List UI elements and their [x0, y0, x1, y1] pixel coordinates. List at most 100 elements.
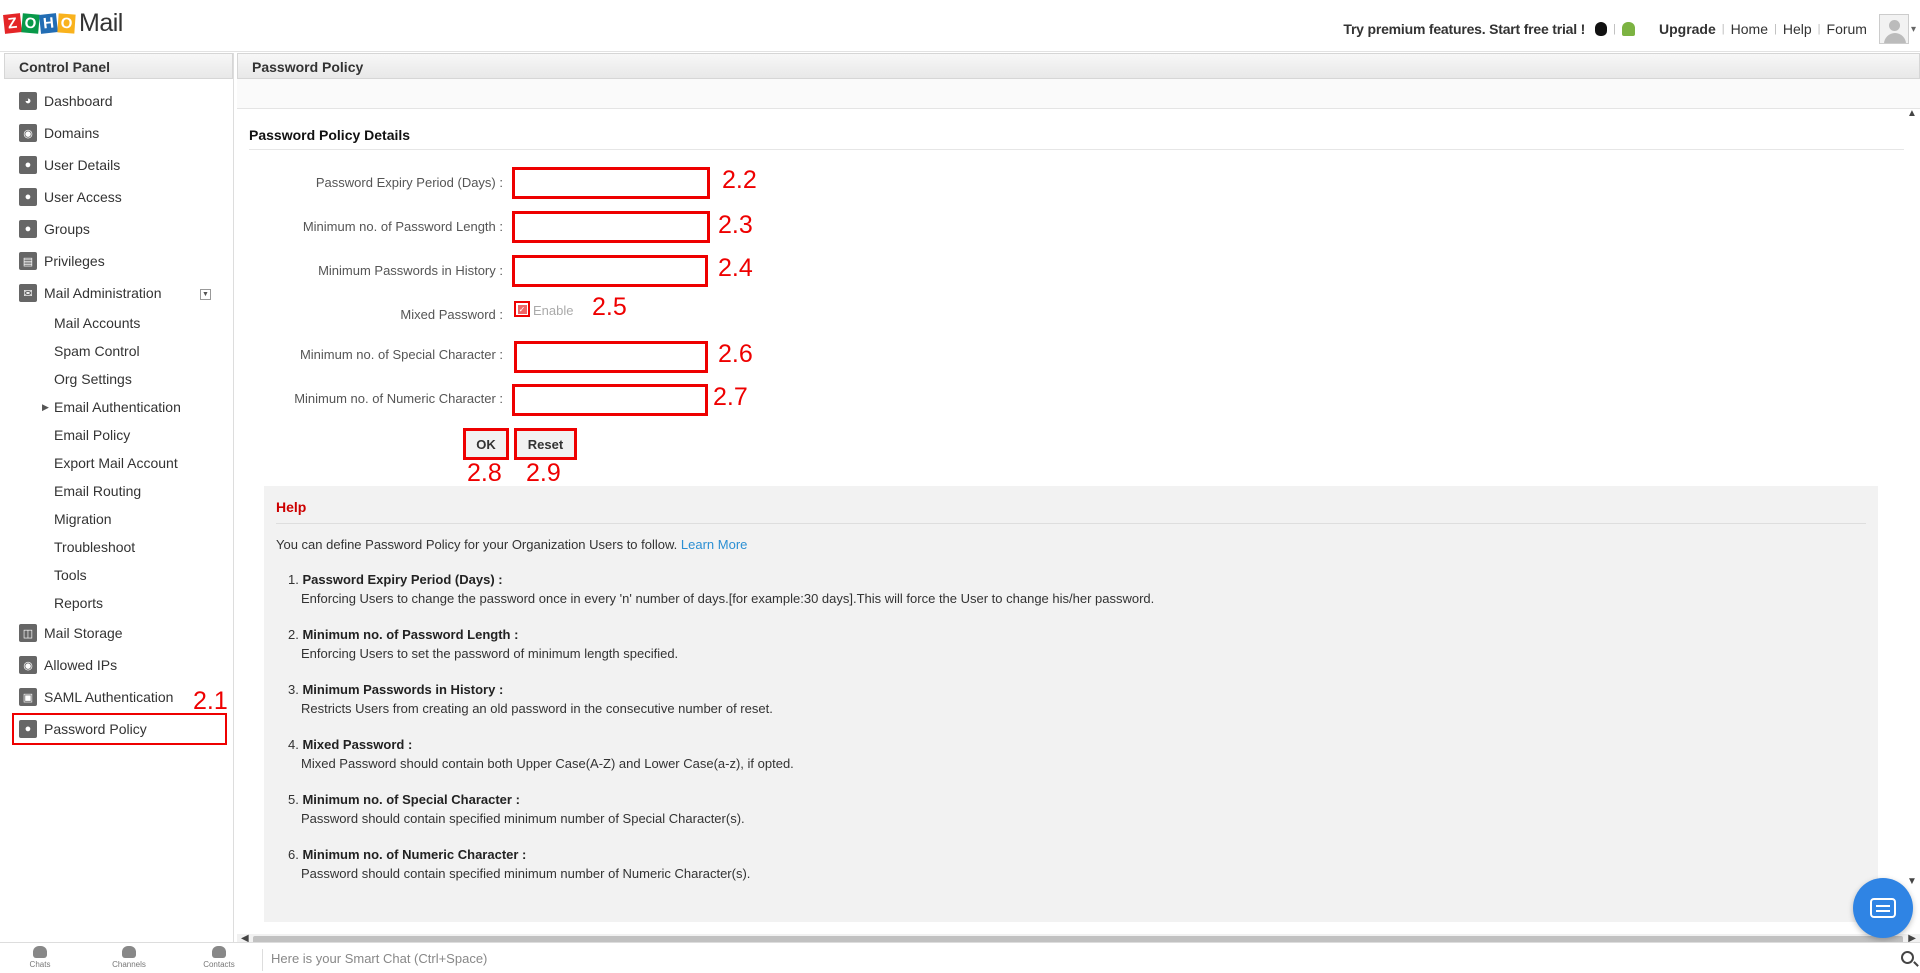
- mixed-password-checkbox[interactable]: ✓: [514, 301, 530, 317]
- help-item: 5. Minimum no. of Special Character : Pas…: [288, 790, 1866, 828]
- special-char-input[interactable]: [514, 341, 708, 373]
- help-item: 2. Minimum no. of Password Length : Enfor…: [288, 625, 1866, 663]
- sidebar-item-user-access[interactable]: ● User Access: [4, 181, 233, 213]
- sidebar-item-email-authentication[interactable]: ▶ Email Authentication: [4, 393, 233, 421]
- help-item-title: Minimum no. of Password Length :: [302, 627, 519, 642]
- forum-link[interactable]: Forum: [1827, 21, 1867, 37]
- password-history-input[interactable]: [512, 255, 708, 287]
- top-header: Z O H O Mail Try premium features. Start…: [0, 0, 1920, 52]
- sidebar-item-saml-authentication[interactable]: ▣ SAML Authentication: [4, 681, 233, 713]
- help-item-number: 3.: [288, 682, 299, 697]
- logo-letter: Z: [3, 12, 22, 34]
- sidebar-item-domains[interactable]: ◉ Domains: [4, 117, 233, 149]
- help-item-desc: Mixed Password should contain both Upper…: [301, 756, 794, 771]
- support-chat-button[interactable]: [1853, 878, 1913, 938]
- sidebar-item-org-settings[interactable]: Org Settings: [4, 365, 233, 393]
- sidebar-item-tools[interactable]: Tools: [4, 561, 233, 589]
- apple-icon[interactable]: [1595, 22, 1608, 36]
- sidebar-item-mail-administration[interactable]: ✉ Mail Administration ▼: [4, 277, 233, 309]
- reset-button[interactable]: Reset: [514, 428, 577, 460]
- smart-chat-input[interactable]: Here is your Smart Chat (Ctrl+Space): [262, 949, 1892, 971]
- avatar[interactable]: [1878, 14, 1909, 44]
- help-list: 1. Password Expiry Period (Days) : Enforc…: [276, 570, 1866, 883]
- sidebar-item-allowed-ips[interactable]: ◉ Allowed IPs: [4, 649, 233, 681]
- sidebar-item-dashboard[interactable]: ◕ Dashboard: [4, 85, 233, 117]
- sidebar-item-label: Email Authentication: [54, 399, 181, 415]
- chat-icon: [1870, 898, 1896, 918]
- numeric-char-input[interactable]: [512, 384, 708, 416]
- sidebar-item-troubleshoot[interactable]: Troubleshoot: [4, 533, 233, 561]
- caret-right-icon[interactable]: ▶: [42, 402, 49, 413]
- help-link[interactable]: Help: [1783, 21, 1812, 37]
- scroll-down-icon[interactable]: ▼: [1907, 876, 1917, 887]
- help-title: Help: [276, 499, 307, 515]
- help-item-number: 2.: [288, 627, 299, 642]
- logo-letter: H: [39, 12, 58, 34]
- channels-button[interactable]: Channels: [104, 946, 154, 969]
- sidebar-item-label: Password Policy: [44, 721, 147, 737]
- sidebar-item-label: Tools: [54, 567, 87, 583]
- vertical-scrollbar[interactable]: ▲ ▼: [1904, 108, 1920, 887]
- sidebar-item-groups[interactable]: ● Groups: [4, 213, 233, 245]
- help-item-number: 1.: [288, 572, 299, 587]
- sidebar-item-user-details[interactable]: ● User Details: [4, 149, 233, 181]
- sidebar-item-mail-storage[interactable]: ◫ Mail Storage: [4, 617, 233, 649]
- android-icon[interactable]: [1621, 22, 1635, 36]
- premium-trial-link[interactable]: Try premium features. Start free trial !: [1343, 21, 1585, 37]
- privileges-icon: ▤: [19, 252, 37, 270]
- min-length-label: Minimum no. of Password Length :: [302, 219, 503, 234]
- help-intro-text: You can define Password Policy for your …: [276, 537, 678, 552]
- help-item-title: Mixed Password :: [302, 737, 413, 752]
- sidebar-item-privileges[interactable]: ▤ Privileges: [4, 245, 233, 277]
- search-icon[interactable]: [1901, 951, 1914, 964]
- sidebar-item-label: Migration: [54, 511, 112, 527]
- sidebar-item-email-policy[interactable]: Email Policy: [4, 421, 233, 449]
- sidebar-item-label: Dashboard: [44, 93, 113, 109]
- toolbar-strip: [237, 79, 1920, 109]
- contacts-button[interactable]: Contacts: [194, 946, 244, 969]
- page-title: Password Policy: [237, 53, 1920, 79]
- help-intro: You can define Password Policy for your …: [276, 537, 1866, 552]
- sidebar-item-label: Mail Accounts: [54, 315, 141, 331]
- scroll-up-icon[interactable]: ▲: [1907, 108, 1917, 119]
- sidebar-nav: ◕ Dashboard ◉ Domains ● User Details ● User …: [4, 79, 233, 745]
- lock-icon: ●: [19, 720, 37, 738]
- min-length-input[interactable]: [512, 211, 710, 243]
- sidebar-item-label: User Details: [44, 157, 121, 173]
- sidebar-item-migration[interactable]: Migration: [4, 505, 233, 533]
- expiry-days-input[interactable]: [512, 167, 710, 199]
- sidebar-item-label: Groups: [44, 221, 90, 237]
- sidebar-item-label: Spam Control: [54, 343, 140, 359]
- logo-letter: O: [21, 12, 40, 34]
- sidebar-item-export-mail-account[interactable]: Export Mail Account: [4, 449, 233, 477]
- sidebar-item-label: Email Policy: [54, 427, 131, 443]
- learn-more-link[interactable]: Learn More: [681, 537, 747, 552]
- special-char-label: Minimum no. of Special Character :: [299, 347, 503, 362]
- ok-button[interactable]: OK: [463, 428, 509, 460]
- upgrade-link[interactable]: Upgrade: [1659, 21, 1716, 37]
- sidebar-item-reports[interactable]: Reports: [4, 589, 233, 617]
- section-divider: [249, 149, 1904, 150]
- chats-button[interactable]: Chats: [15, 946, 65, 969]
- section-title: Password Policy Details: [249, 127, 411, 143]
- sidebar-item-label: SAML Authentication: [44, 689, 174, 705]
- storage-icon: ◫: [19, 624, 37, 642]
- sidebar-item-mail-accounts[interactable]: Mail Accounts: [4, 309, 233, 337]
- chevron-down-icon[interactable]: ▾: [1911, 24, 1916, 35]
- collapse-icon[interactable]: ▼: [200, 289, 211, 300]
- zoho-mail-logo[interactable]: Z O H O Mail: [3, 8, 123, 38]
- home-link[interactable]: Home: [1731, 21, 1768, 37]
- help-item-title: Minimum no. of Numeric Character :: [302, 847, 527, 862]
- history-label: Minimum Passwords in History :: [318, 263, 503, 278]
- divider: |: [1817, 23, 1821, 35]
- sidebar-item-email-routing[interactable]: Email Routing: [4, 477, 233, 505]
- sidebar-item-label: Reports: [54, 595, 104, 611]
- sidebar-item-label: Org Settings: [54, 371, 132, 387]
- help-item-title: Minimum Passwords in History :: [302, 682, 504, 697]
- divider: |: [1613, 23, 1616, 35]
- channels-label: Channels: [112, 960, 146, 969]
- sidebar-item-password-policy[interactable]: ● Password Policy: [12, 713, 227, 745]
- help-item-number: 6.: [288, 847, 299, 862]
- sidebar-item-spam-control[interactable]: Spam Control: [4, 337, 233, 365]
- main-panel: Password Policy Password Policy Details …: [237, 53, 1920, 946]
